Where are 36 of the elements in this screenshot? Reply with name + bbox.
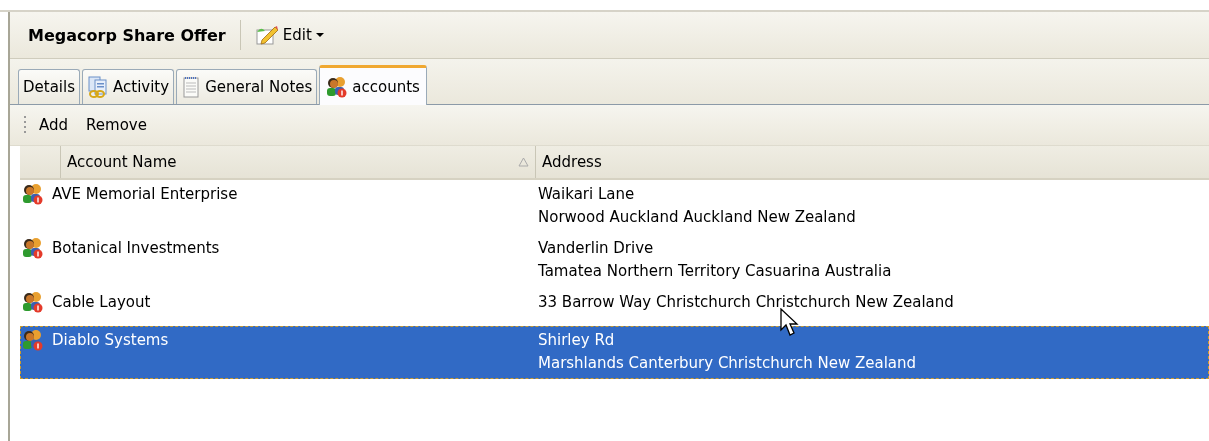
pencil-icon	[254, 24, 279, 46]
table-cell-text: 33 Barrow Way Christchurch Christchurch New Zealand	[538, 292, 954, 313]
documents-icon	[87, 76, 109, 98]
people-icon	[22, 237, 44, 259]
table-row[interactable]: Cable Layout 33 Barrow Way Christchurch Christchurch New Zealand	[20, 288, 1209, 325]
tab[interactable]: Activity	[82, 69, 175, 104]
toolbar-button[interactable]: Add	[33, 114, 75, 136]
people-icon	[22, 291, 44, 313]
edit-menu-button[interactable]: Edit	[250, 24, 328, 46]
notepad-icon	[181, 76, 202, 98]
tab[interactable]: General Notes	[176, 69, 318, 104]
table-cell-text: Tamatea Northern Territory Casuarina Australia	[538, 261, 892, 282]
column-header[interactable]: Account Name	[60, 146, 535, 178]
grip-icon	[24, 115, 27, 135]
table-cell-text: Botanical Investments	[52, 238, 220, 259]
table-row[interactable]: Botanical Investments Vanderlin Drive Tamatea Northern Territory Casuarina Australia	[20, 234, 1209, 287]
pointer-icon	[780, 308, 800, 338]
people-icon	[326, 75, 349, 98]
table-cell-text: Norwood Auckland Auckland New Zealand	[538, 207, 856, 228]
tab[interactable]: accounts	[319, 65, 427, 105]
table-cell-text: Marshlands Canterbury Christchurch New Zealand	[538, 353, 917, 374]
table-row[interactable]: Diablo Systems Shirley Rd Marshlands Canterbury Christchurch New Zealand	[20, 326, 1209, 379]
table-cell-text: Waikari Lane	[538, 184, 636, 205]
table-cell-text: Cable Layout	[52, 292, 151, 313]
table-cell-text: Shirley Rd	[538, 330, 616, 351]
column-header[interactable]: Address	[535, 146, 1209, 178]
table-cell-text: Vanderlin Drive	[538, 238, 655, 259]
toolbar-button[interactable]: Remove	[80, 114, 153, 136]
table-cell-text: Diablo Systems	[52, 330, 169, 351]
tab[interactable]: Details	[18, 69, 80, 104]
people-icon	[22, 329, 44, 351]
table-cell-text: AVE Memorial Enterprise	[52, 184, 238, 205]
caret-icon	[315, 32, 324, 38]
record-title: Megacorp Share Offer	[28, 25, 226, 45]
table-row[interactable]: AVE Memorial Enterprise Waikari Lane Norwood Auckland Auckland New Zealand	[20, 180, 1209, 233]
people-icon	[22, 183, 44, 205]
